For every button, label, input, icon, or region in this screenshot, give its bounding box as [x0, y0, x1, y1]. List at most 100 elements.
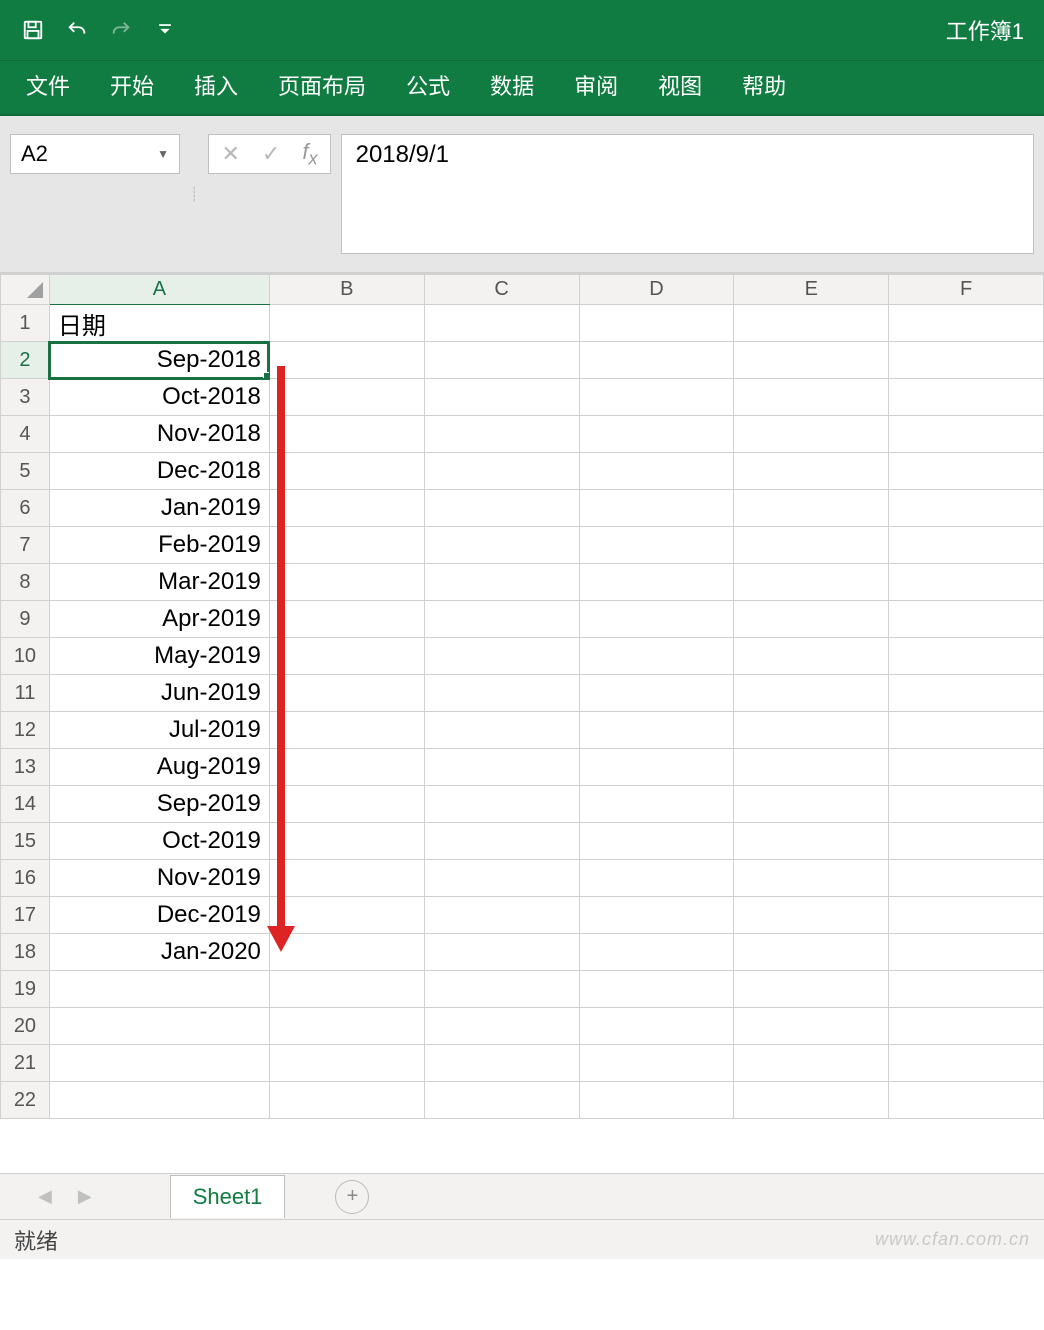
- column-header-A[interactable]: A: [49, 275, 269, 305]
- row-header[interactable]: 10: [1, 638, 50, 675]
- cell[interactable]: [579, 564, 734, 601]
- cell[interactable]: [269, 453, 424, 490]
- column-header-F[interactable]: F: [889, 275, 1044, 305]
- cancel-icon[interactable]: ✕: [221, 141, 239, 167]
- cell[interactable]: [579, 1045, 734, 1082]
- ribbon-tab-review[interactable]: 审阅: [556, 57, 636, 119]
- cell[interactable]: [269, 712, 424, 749]
- cell[interactable]: [579, 527, 734, 564]
- cell[interactable]: [734, 1082, 889, 1119]
- ribbon-tab-page-layout[interactable]: 页面布局: [260, 57, 384, 119]
- cell[interactable]: Jan-2020: [49, 934, 269, 971]
- row-header[interactable]: 14: [1, 786, 50, 823]
- cell[interactable]: [424, 823, 579, 860]
- cell[interactable]: [269, 490, 424, 527]
- cell[interactable]: [889, 971, 1044, 1008]
- cell[interactable]: [734, 416, 889, 453]
- cell[interactable]: [734, 564, 889, 601]
- cell[interactable]: [579, 416, 734, 453]
- cell[interactable]: Jun-2019: [49, 675, 269, 712]
- row-header[interactable]: 12: [1, 712, 50, 749]
- cell[interactable]: [49, 1082, 269, 1119]
- cell[interactable]: [734, 379, 889, 416]
- cell[interactable]: Oct-2019: [49, 823, 269, 860]
- row-header[interactable]: 5: [1, 453, 50, 490]
- cell[interactable]: [269, 305, 424, 342]
- cell[interactable]: [424, 749, 579, 786]
- fx-icon[interactable]: fx: [302, 139, 317, 169]
- cell[interactable]: Apr-2019: [49, 601, 269, 638]
- cell[interactable]: [889, 823, 1044, 860]
- name-box-dropdown-icon[interactable]: ▼: [157, 147, 169, 161]
- cell[interactable]: [734, 601, 889, 638]
- worksheet-grid[interactable]: A B C D E F 1日期2Sep-20183Oct-20184Nov-20…: [0, 273, 1044, 1173]
- cell[interactable]: Mar-2019: [49, 564, 269, 601]
- cell[interactable]: [734, 897, 889, 934]
- cell[interactable]: [269, 786, 424, 823]
- cell[interactable]: [579, 934, 734, 971]
- cell[interactable]: [579, 786, 734, 823]
- cell[interactable]: [424, 416, 579, 453]
- row-header[interactable]: 16: [1, 860, 50, 897]
- undo-icon[interactable]: [64, 17, 90, 43]
- cell[interactable]: Feb-2019: [49, 527, 269, 564]
- row-header[interactable]: 4: [1, 416, 50, 453]
- redo-icon[interactable]: [108, 17, 134, 43]
- cell[interactable]: [889, 1008, 1044, 1045]
- cell[interactable]: [889, 860, 1044, 897]
- cell[interactable]: [424, 527, 579, 564]
- sheet-tab-active[interactable]: Sheet1: [170, 1175, 286, 1218]
- cell[interactable]: [269, 601, 424, 638]
- ribbon-tab-home[interactable]: 开始: [92, 57, 172, 119]
- cell[interactable]: [269, 823, 424, 860]
- cell[interactable]: [49, 1008, 269, 1045]
- cell[interactable]: [889, 638, 1044, 675]
- cell[interactable]: [734, 823, 889, 860]
- cell[interactable]: Dec-2018: [49, 453, 269, 490]
- cell[interactable]: [734, 971, 889, 1008]
- row-header[interactable]: 7: [1, 527, 50, 564]
- cell[interactable]: 日期: [49, 305, 269, 342]
- ribbon-tab-file[interactable]: 文件: [8, 57, 88, 119]
- cell[interactable]: [424, 342, 579, 379]
- cell[interactable]: [889, 490, 1044, 527]
- cell[interactable]: [579, 749, 734, 786]
- cell[interactable]: [269, 379, 424, 416]
- cell[interactable]: [424, 675, 579, 712]
- cell[interactable]: [579, 971, 734, 1008]
- cell[interactable]: [49, 971, 269, 1008]
- cell[interactable]: [424, 305, 579, 342]
- cell[interactable]: [269, 749, 424, 786]
- cell[interactable]: [424, 860, 579, 897]
- ribbon-tab-data[interactable]: 数据: [472, 57, 552, 119]
- cell[interactable]: [734, 1045, 889, 1082]
- cell[interactable]: [424, 786, 579, 823]
- cell[interactable]: [579, 1008, 734, 1045]
- ribbon-tab-formulas[interactable]: 公式: [388, 57, 468, 119]
- cell[interactable]: [424, 638, 579, 675]
- sheet-nav-prev-icon[interactable]: ◀: [30, 1186, 60, 1207]
- column-header-B[interactable]: B: [269, 275, 424, 305]
- cell[interactable]: [889, 564, 1044, 601]
- cell[interactable]: [889, 712, 1044, 749]
- cell[interactable]: [269, 564, 424, 601]
- cell[interactable]: [734, 638, 889, 675]
- cell[interactable]: [579, 638, 734, 675]
- cell[interactable]: [269, 1045, 424, 1082]
- cell[interactable]: [424, 1082, 579, 1119]
- cell[interactable]: Aug-2019: [49, 749, 269, 786]
- cell[interactable]: [889, 527, 1044, 564]
- cell[interactable]: [269, 416, 424, 453]
- cell[interactable]: [889, 749, 1044, 786]
- cell[interactable]: [734, 934, 889, 971]
- name-box[interactable]: A2 ▼: [10, 134, 180, 174]
- cell[interactable]: [424, 1008, 579, 1045]
- cell[interactable]: [579, 712, 734, 749]
- save-icon[interactable]: [20, 17, 46, 43]
- ribbon-tab-view[interactable]: 视图: [640, 57, 720, 119]
- cell[interactable]: Jul-2019: [49, 712, 269, 749]
- ribbon-tab-help[interactable]: 帮助: [724, 57, 804, 119]
- cell[interactable]: [734, 342, 889, 379]
- enter-icon[interactable]: ✓: [262, 141, 280, 167]
- select-all-corner[interactable]: [1, 275, 50, 305]
